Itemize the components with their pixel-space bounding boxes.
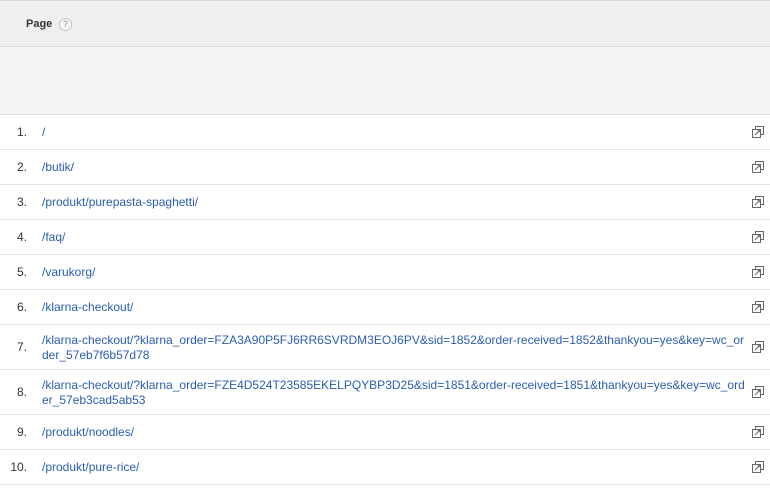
open-in-new-window-icon[interactable] [752, 161, 764, 173]
page-link[interactable]: /faq/ [42, 230, 748, 245]
table-row: 10. /produkt/pure-rice/ [0, 450, 770, 485]
page-table: 1. / 2. /butik/ 3. /produkt/purepasta-sp… [0, 115, 770, 485]
open-in-new-window-icon[interactable] [752, 126, 764, 138]
table-row: 1. / [0, 115, 770, 150]
page-link[interactable]: /klarna-checkout/?klarna_order=FZA3A90P5… [42, 333, 748, 363]
row-index: 1. [16, 125, 27, 139]
table-row: 8. /klarna-checkout/?klarna_order=FZE4D5… [0, 370, 770, 415]
table-row: 2. /butik/ [0, 150, 770, 185]
table-row: 3. /produkt/purepasta-spaghetti/ [0, 185, 770, 220]
row-index: 9. [16, 425, 27, 439]
page-link[interactable]: /varukorg/ [42, 265, 748, 280]
table-row: 9. /produkt/noodles/ [0, 415, 770, 450]
open-in-new-window-icon[interactable] [752, 341, 764, 353]
page-link[interactable]: / [42, 125, 748, 140]
row-index: 4. [16, 230, 27, 244]
table-row: 6. /klarna-checkout/ [0, 290, 770, 325]
row-index: 10. [10, 460, 27, 474]
row-index: 5. [16, 265, 27, 279]
page-column-header[interactable]: Page [26, 18, 52, 30]
table-header: Page ? [0, 0, 770, 47]
table-row: 7. /klarna-checkout/?klarna_order=FZA3A9… [0, 325, 770, 370]
open-in-new-window-icon[interactable] [752, 196, 764, 208]
row-index: 6. [16, 300, 27, 314]
page-link[interactable]: /klarna-checkout/ [42, 300, 748, 315]
page-link[interactable]: /produkt/purepasta-spaghetti/ [42, 195, 748, 210]
row-index: 2. [16, 160, 27, 174]
open-in-new-window-icon[interactable] [752, 461, 764, 473]
row-index: 3. [16, 195, 27, 209]
summary-row [0, 47, 770, 115]
page-link[interactable]: /produkt/pure-rice/ [42, 460, 748, 475]
open-in-new-window-icon[interactable] [752, 301, 764, 313]
row-index: 7. [16, 340, 27, 354]
page-link[interactable]: /klarna-checkout/?klarna_order=FZE4D524T… [42, 378, 748, 408]
open-in-new-window-icon[interactable] [752, 231, 764, 243]
row-index: 8. [16, 385, 27, 399]
help-icon[interactable]: ? [59, 18, 72, 31]
open-in-new-window-icon[interactable] [752, 426, 764, 438]
page-link[interactable]: /produkt/noodles/ [42, 425, 748, 440]
open-in-new-window-icon[interactable] [752, 266, 764, 278]
page-link[interactable]: /butik/ [42, 160, 748, 175]
table-row: 4. /faq/ [0, 220, 770, 255]
open-in-new-window-icon[interactable] [752, 386, 764, 398]
table-row: 5. /varukorg/ [0, 255, 770, 290]
